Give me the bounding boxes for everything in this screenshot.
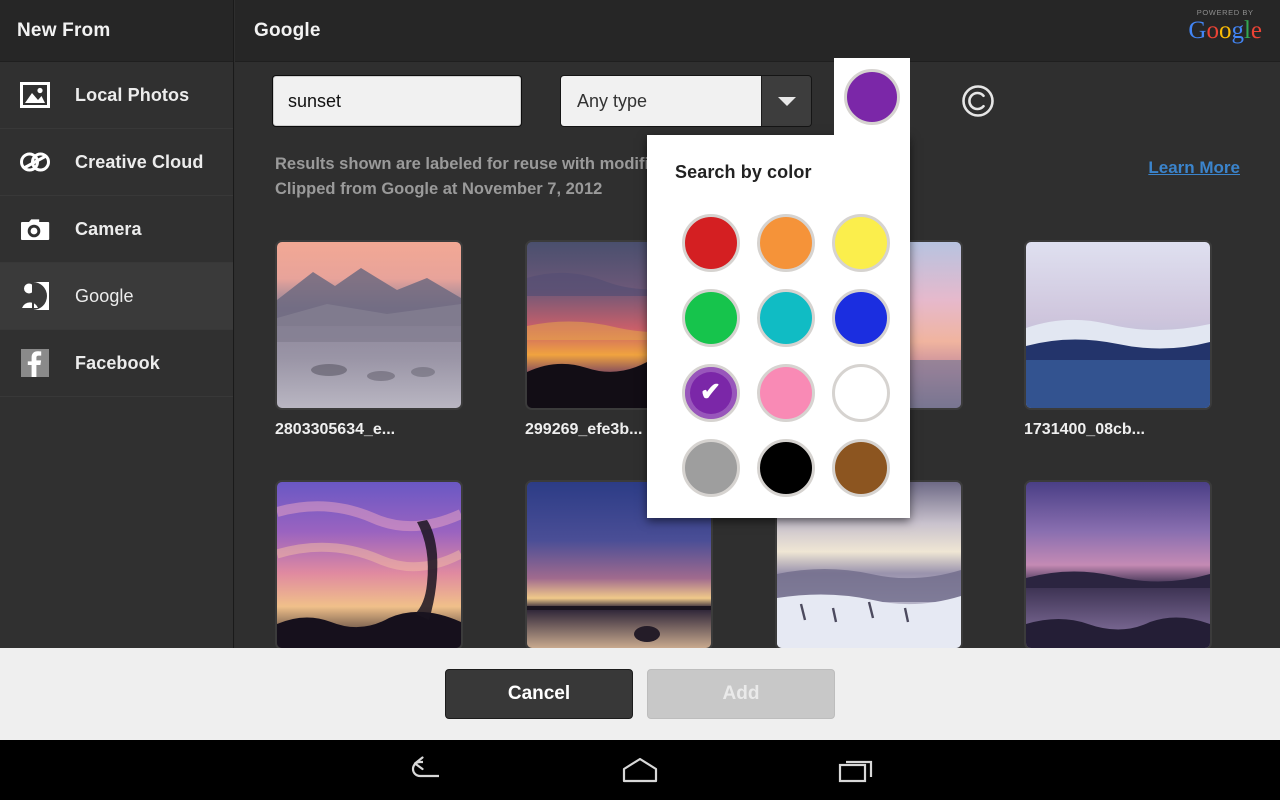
color-swatch-gray[interactable] [673, 430, 748, 505]
result-thumbnail[interactable] [1024, 480, 1212, 648]
color-swatch-grid[interactable]: ✔ [673, 205, 910, 505]
color-swatch-purple[interactable]: ✔ [673, 355, 748, 430]
camera-icon [17, 211, 53, 247]
google-wordmark: Google [1188, 17, 1262, 44]
facebook-icon [17, 345, 53, 381]
sidebar: New From Local Photos Creative Cloud [0, 0, 234, 648]
color-swatch-brown[interactable] [823, 430, 898, 505]
sidebar-header: New From [0, 0, 233, 62]
swatch-dot[interactable] [682, 439, 740, 497]
result-thumbnail[interactable] [1024, 240, 1212, 410]
page-title: Google [254, 20, 321, 42]
home-button[interactable] [595, 740, 685, 800]
color-swatch-teal[interactable] [748, 280, 823, 355]
google-plus-icon [17, 278, 53, 314]
powered-by-google-logo: POWERED BY Google [1188, 9, 1262, 43]
result-item[interactable] [1024, 480, 1212, 648]
result-item[interactable]: 1731400_08cb... [1024, 240, 1212, 439]
color-swatch-white[interactable] [823, 355, 898, 430]
current-color-swatch[interactable] [844, 69, 900, 125]
creative-cloud-icon [17, 144, 53, 180]
color-swatch-pink[interactable] [748, 355, 823, 430]
content-topbar: Google POWERED BY Google [235, 0, 1280, 62]
search-input[interactable] [273, 76, 521, 126]
back-button[interactable] [380, 740, 470, 800]
cancel-button[interactable]: Cancel [445, 669, 633, 719]
swatch-dot[interactable] [682, 214, 740, 272]
recent-apps-button[interactable] [812, 740, 902, 800]
color-swatch-black[interactable] [748, 430, 823, 505]
sidebar-item-label: Creative Cloud [75, 152, 203, 173]
search-row: Any type [235, 62, 1280, 140]
check-icon: ✔ [700, 380, 721, 405]
sidebar-item-local-photos[interactable]: Local Photos [0, 62, 233, 129]
copyright-icon [961, 84, 995, 118]
copyright-filter-button[interactable] [953, 76, 1003, 126]
sidebar-title: New From [17, 20, 110, 42]
color-swatch-red[interactable] [673, 205, 748, 280]
sidebar-item-facebook[interactable]: Facebook [0, 330, 233, 397]
chevron-down-icon[interactable] [761, 76, 811, 126]
sidebar-item-google[interactable]: Google [0, 263, 233, 330]
photo-icon [17, 77, 53, 113]
color-swatch-green[interactable] [673, 280, 748, 355]
color-swatch-button[interactable] [834, 58, 910, 136]
swatch-dot[interactable] [757, 289, 815, 347]
search-by-color-popup[interactable]: Search by color ✔ [647, 135, 910, 518]
result-item[interactable]: 2803305634_e... [275, 240, 463, 439]
result-item[interactable] [275, 480, 463, 648]
sidebar-item-label: Camera [75, 219, 142, 240]
android-navigation-bar [0, 740, 1280, 800]
swatch-dot[interactable] [682, 289, 740, 347]
sidebar-item-label: Facebook [75, 353, 160, 374]
sidebar-item-label: Local Photos [75, 85, 189, 106]
powered-by-label: POWERED BY [1188, 9, 1262, 17]
swatch-dot[interactable] [757, 214, 815, 272]
image-type-select[interactable]: Any type [561, 76, 811, 126]
app-root: New From Local Photos Creative Cloud [0, 0, 1280, 800]
color-popup-title: Search by color [647, 135, 910, 183]
home-icon [619, 756, 661, 784]
swatch-dot[interactable] [757, 439, 815, 497]
result-thumbnail[interactable] [275, 240, 463, 410]
add-button[interactable]: Add [647, 669, 835, 719]
swatch-dot[interactable]: ✔ [682, 364, 740, 422]
swatch-dot[interactable] [832, 364, 890, 422]
image-type-select-value: Any type [561, 76, 761, 126]
swatch-dot[interactable] [832, 439, 890, 497]
result-thumbnail[interactable] [275, 480, 463, 648]
dialog-footer: Cancel Add [0, 648, 1280, 740]
color-swatch-orange[interactable] [748, 205, 823, 280]
sidebar-item-label: Google [75, 286, 134, 307]
sidebar-item-creative-cloud[interactable]: Creative Cloud [0, 129, 233, 196]
result-caption: 2803305634_e... [275, 421, 463, 439]
color-swatch-yellow[interactable] [823, 205, 898, 280]
sidebar-item-camera[interactable]: Camera [0, 196, 233, 263]
back-arrow-icon [405, 756, 445, 784]
swatch-dot[interactable] [832, 214, 890, 272]
swatch-dot[interactable] [757, 364, 815, 422]
result-caption: 1731400_08cb... [1024, 421, 1212, 439]
recent-apps-icon [837, 756, 877, 784]
color-swatch-blue[interactable] [823, 280, 898, 355]
swatch-dot[interactable] [832, 289, 890, 347]
